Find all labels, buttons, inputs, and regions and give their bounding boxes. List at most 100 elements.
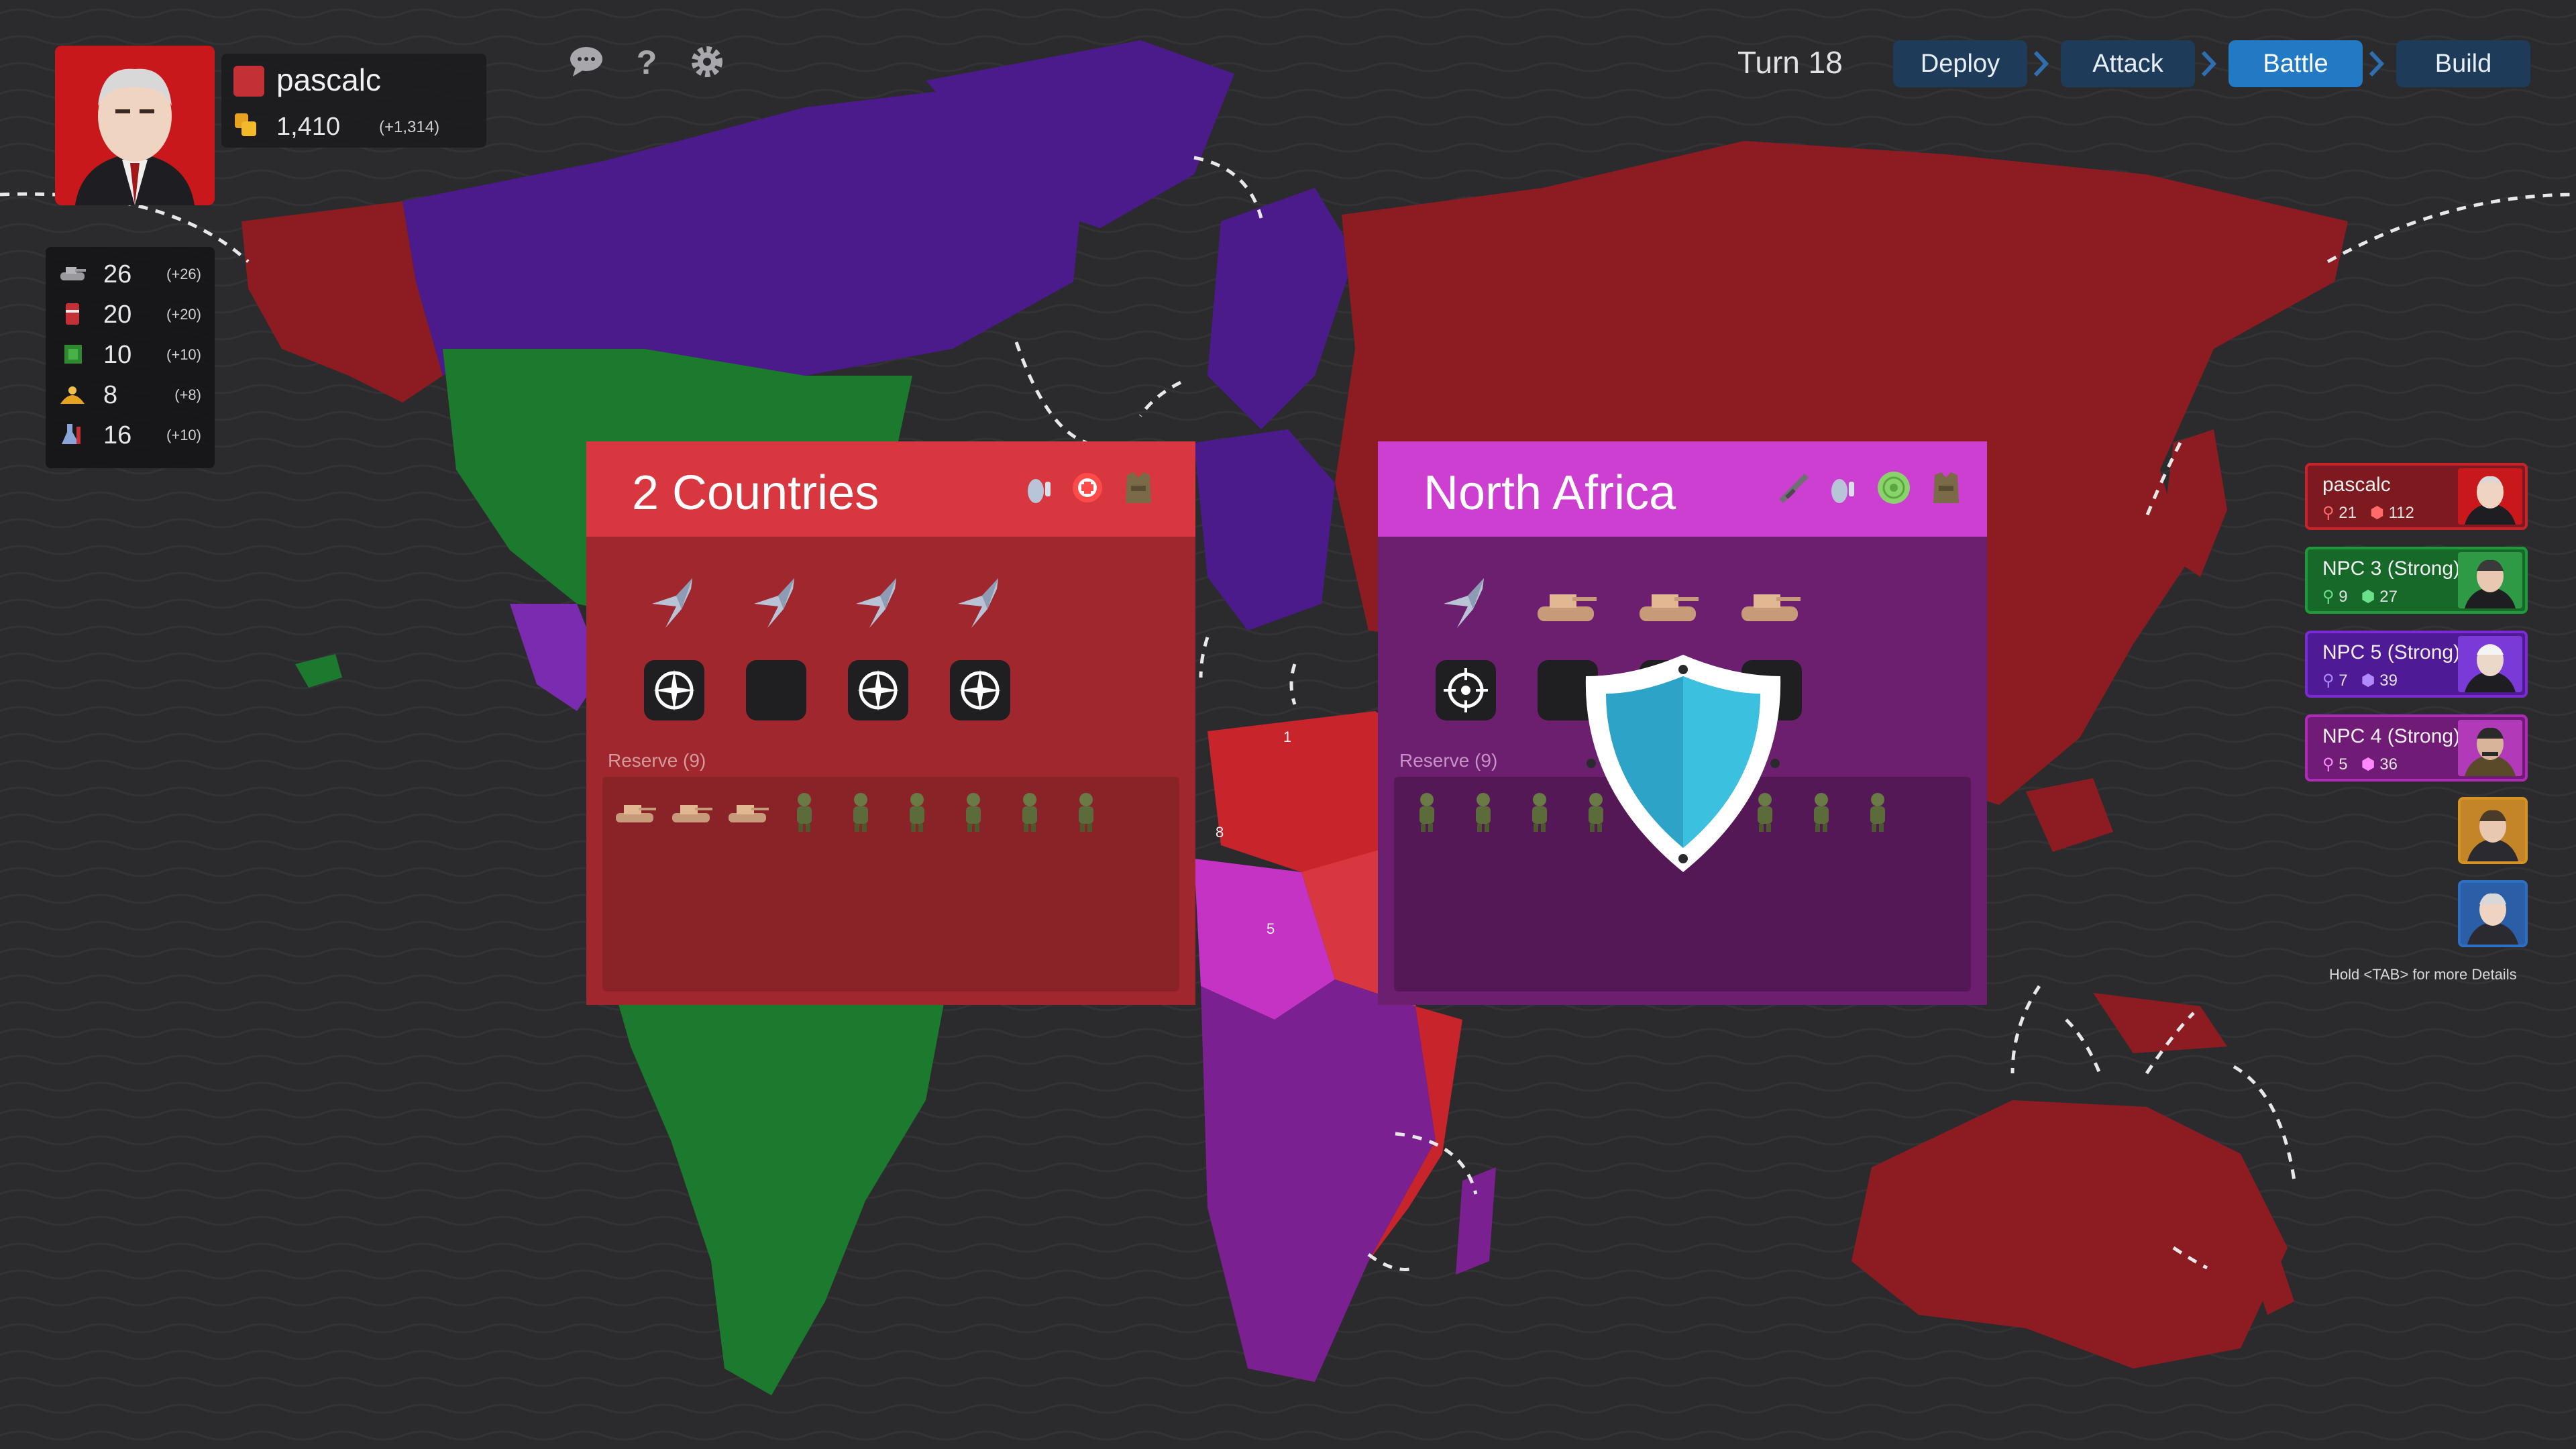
player-list-item[interactable]: NPC 4 (Strong) ⚲ 5 ⬢ 36 — [2305, 714, 2528, 782]
jet-unit-icon[interactable] — [639, 569, 706, 636]
chevron-right-icon — [2201, 50, 2217, 77]
player-list-name: pascalc — [2322, 474, 2391, 496]
territory-marker-icon: ⚲ — [2322, 504, 2334, 522]
resource-row: 8 (+8) — [46, 374, 215, 415]
territory-marker-icon: ⚲ — [2322, 672, 2334, 690]
leader-avatar — [55, 46, 215, 205]
fuel-barrel-icon — [66, 303, 79, 325]
resources-panel: 26 (+26) 20 (+20) 10 (+10) 8 (+8) 16 (+1… — [46, 247, 215, 468]
soldier-unit-icon[interactable] — [1854, 788, 1901, 835]
soldier-unit-icon[interactable] — [1403, 788, 1450, 835]
jet-unit-icon[interactable] — [741, 569, 808, 636]
tank-unit-icon[interactable] — [1736, 569, 1803, 636]
resource-value: 20 — [103, 301, 132, 329]
player-list-name: NPC 5 (Strong) — [2322, 641, 2461, 663]
turn-counter: Turn 18 — [1737, 45, 1843, 80]
target-slot[interactable] — [950, 660, 1010, 720]
tank-unit-icon[interactable] — [724, 788, 771, 835]
svg-text:?: ? — [637, 44, 657, 81]
player-list-item[interactable]: NPC 5 (Strong) ⚲ 7 ⬢ 39 — [2305, 631, 2528, 698]
resource-row: 20 (+20) — [46, 294, 215, 334]
player-list-stats: ⚲ 5 ⬢ 36 — [2322, 755, 2398, 774]
eliminated-player-avatar[interactable] — [2458, 880, 2528, 947]
soldier-unit-icon[interactable] — [837, 788, 884, 835]
player-list-stats: ⚲ 21 ⬢ 112 — [2322, 503, 2414, 523]
grenade-ability-icon[interactable] — [1825, 468, 1864, 507]
food-icon — [60, 386, 85, 404]
player-list-item[interactable]: NPC 3 (Strong) ⚲ 9 ⬢ 27 — [2305, 547, 2528, 614]
unit-count: 36 — [2379, 755, 2398, 773]
resource-row: 16 (+10) — [46, 415, 215, 455]
eliminated-player-avatar[interactable] — [2458, 797, 2528, 864]
player-list-stats: ⚲ 9 ⬢ 27 — [2322, 587, 2398, 606]
jet-unit-icon[interactable] — [1430, 569, 1497, 636]
defense-shield-icon — [1585, 655, 1781, 872]
phase-battle-button[interactable]: Battle — [2229, 40, 2363, 87]
territory-marker-icon: ⚲ — [2322, 588, 2334, 606]
attacker-battle-panel: 2 Countries Reserve (9) — [586, 441, 1195, 1005]
resource-delta: (+8) — [174, 386, 201, 403]
soldier-unit-icon[interactable] — [781, 788, 828, 835]
target-slot[interactable] — [1436, 660, 1496, 720]
resource-value: 16 — [103, 421, 132, 449]
player-info-panel: pascalc 1,410 (+1,314) — [221, 54, 486, 148]
defender-title: North Africa — [1424, 466, 1676, 520]
soldier-unit-icon[interactable] — [1460, 788, 1507, 835]
grenade-ability-icon[interactable] — [1021, 468, 1060, 507]
radar-ability-icon[interactable] — [1874, 468, 1913, 507]
defender-battle-panel: North Africa Reserve (9) — [1378, 441, 1987, 1005]
tank-unit-icon[interactable] — [1634, 569, 1701, 636]
player-name: pascalc — [276, 62, 381, 97]
map-number-label: 1 — [1283, 729, 1292, 745]
medic-ability-icon[interactable] — [1068, 468, 1107, 507]
empty-slot[interactable] — [746, 660, 806, 720]
help-icon[interactable]: ? — [627, 42, 667, 82]
target-slot[interactable] — [848, 660, 908, 720]
resource-delta: (+20) — [166, 306, 201, 323]
territory-count: 7 — [2339, 672, 2348, 690]
unit-shield-icon: ⬢ — [2361, 672, 2375, 690]
soldier-unit-icon[interactable] — [1063, 788, 1110, 835]
jet-unit-icon[interactable] — [843, 569, 910, 636]
resource-value: 8 — [103, 381, 118, 409]
reserve-label: Reserve (9) — [1399, 750, 1498, 771]
attacker-title: 2 Countries — [632, 466, 879, 520]
npc-avatar — [2458, 552, 2522, 608]
rifle-ability-icon[interactable] — [1775, 468, 1814, 507]
soldier-unit-icon[interactable] — [894, 788, 941, 835]
target-slot[interactable] — [644, 660, 704, 720]
gold-income: (+1,314) — [379, 118, 440, 136]
phase-build-button[interactable]: Build — [2396, 40, 2530, 87]
jet-unit-icon[interactable] — [945, 569, 1012, 636]
phase-deploy-button[interactable]: Deploy — [1893, 40, 2027, 87]
territory-count: 5 — [2339, 755, 2348, 773]
soldier-unit-icon[interactable] — [1798, 788, 1845, 835]
phase-attack-button[interactable]: Attack — [2061, 40, 2195, 87]
resource-row: 10 (+10) — [46, 334, 215, 374]
player-color-swatch — [233, 66, 264, 97]
player-avatar — [2458, 468, 2522, 525]
crosshair-target-icon — [1444, 668, 1488, 712]
armor-vest-icon[interactable] — [1119, 468, 1158, 507]
unit-shield-icon: ⬢ — [2361, 588, 2375, 606]
territory-marker-icon: ⚲ — [2322, 755, 2334, 773]
gold-coins-icon — [235, 113, 256, 136]
player-list-item[interactable]: pascalc ⚲ 21 ⬢ 112 — [2305, 463, 2528, 530]
soldier-unit-icon[interactable] — [1006, 788, 1053, 835]
player-portrait[interactable] — [55, 46, 215, 205]
chat-icon[interactable] — [566, 42, 606, 82]
soldier-unit-icon[interactable] — [1516, 788, 1563, 835]
armor-vest-icon[interactable] — [1927, 468, 1966, 507]
tank-unit-icon[interactable] — [1532, 569, 1599, 636]
soldier-unit-icon[interactable] — [950, 788, 997, 835]
player-list-name: NPC 4 (Strong) — [2322, 725, 2461, 747]
chevron-right-icon — [2033, 50, 2049, 77]
settings-gear-icon[interactable] — [687, 42, 727, 82]
unit-count: 112 — [2388, 504, 2414, 522]
tank-unit-icon[interactable] — [668, 788, 715, 835]
world-map — [0, 0, 2576, 1449]
chevron-right-icon — [2369, 50, 2385, 77]
npc-avatar — [2458, 636, 2522, 692]
attacker-panel-header: 2 Countries — [586, 441, 1195, 537]
tank-unit-icon[interactable] — [612, 788, 659, 835]
